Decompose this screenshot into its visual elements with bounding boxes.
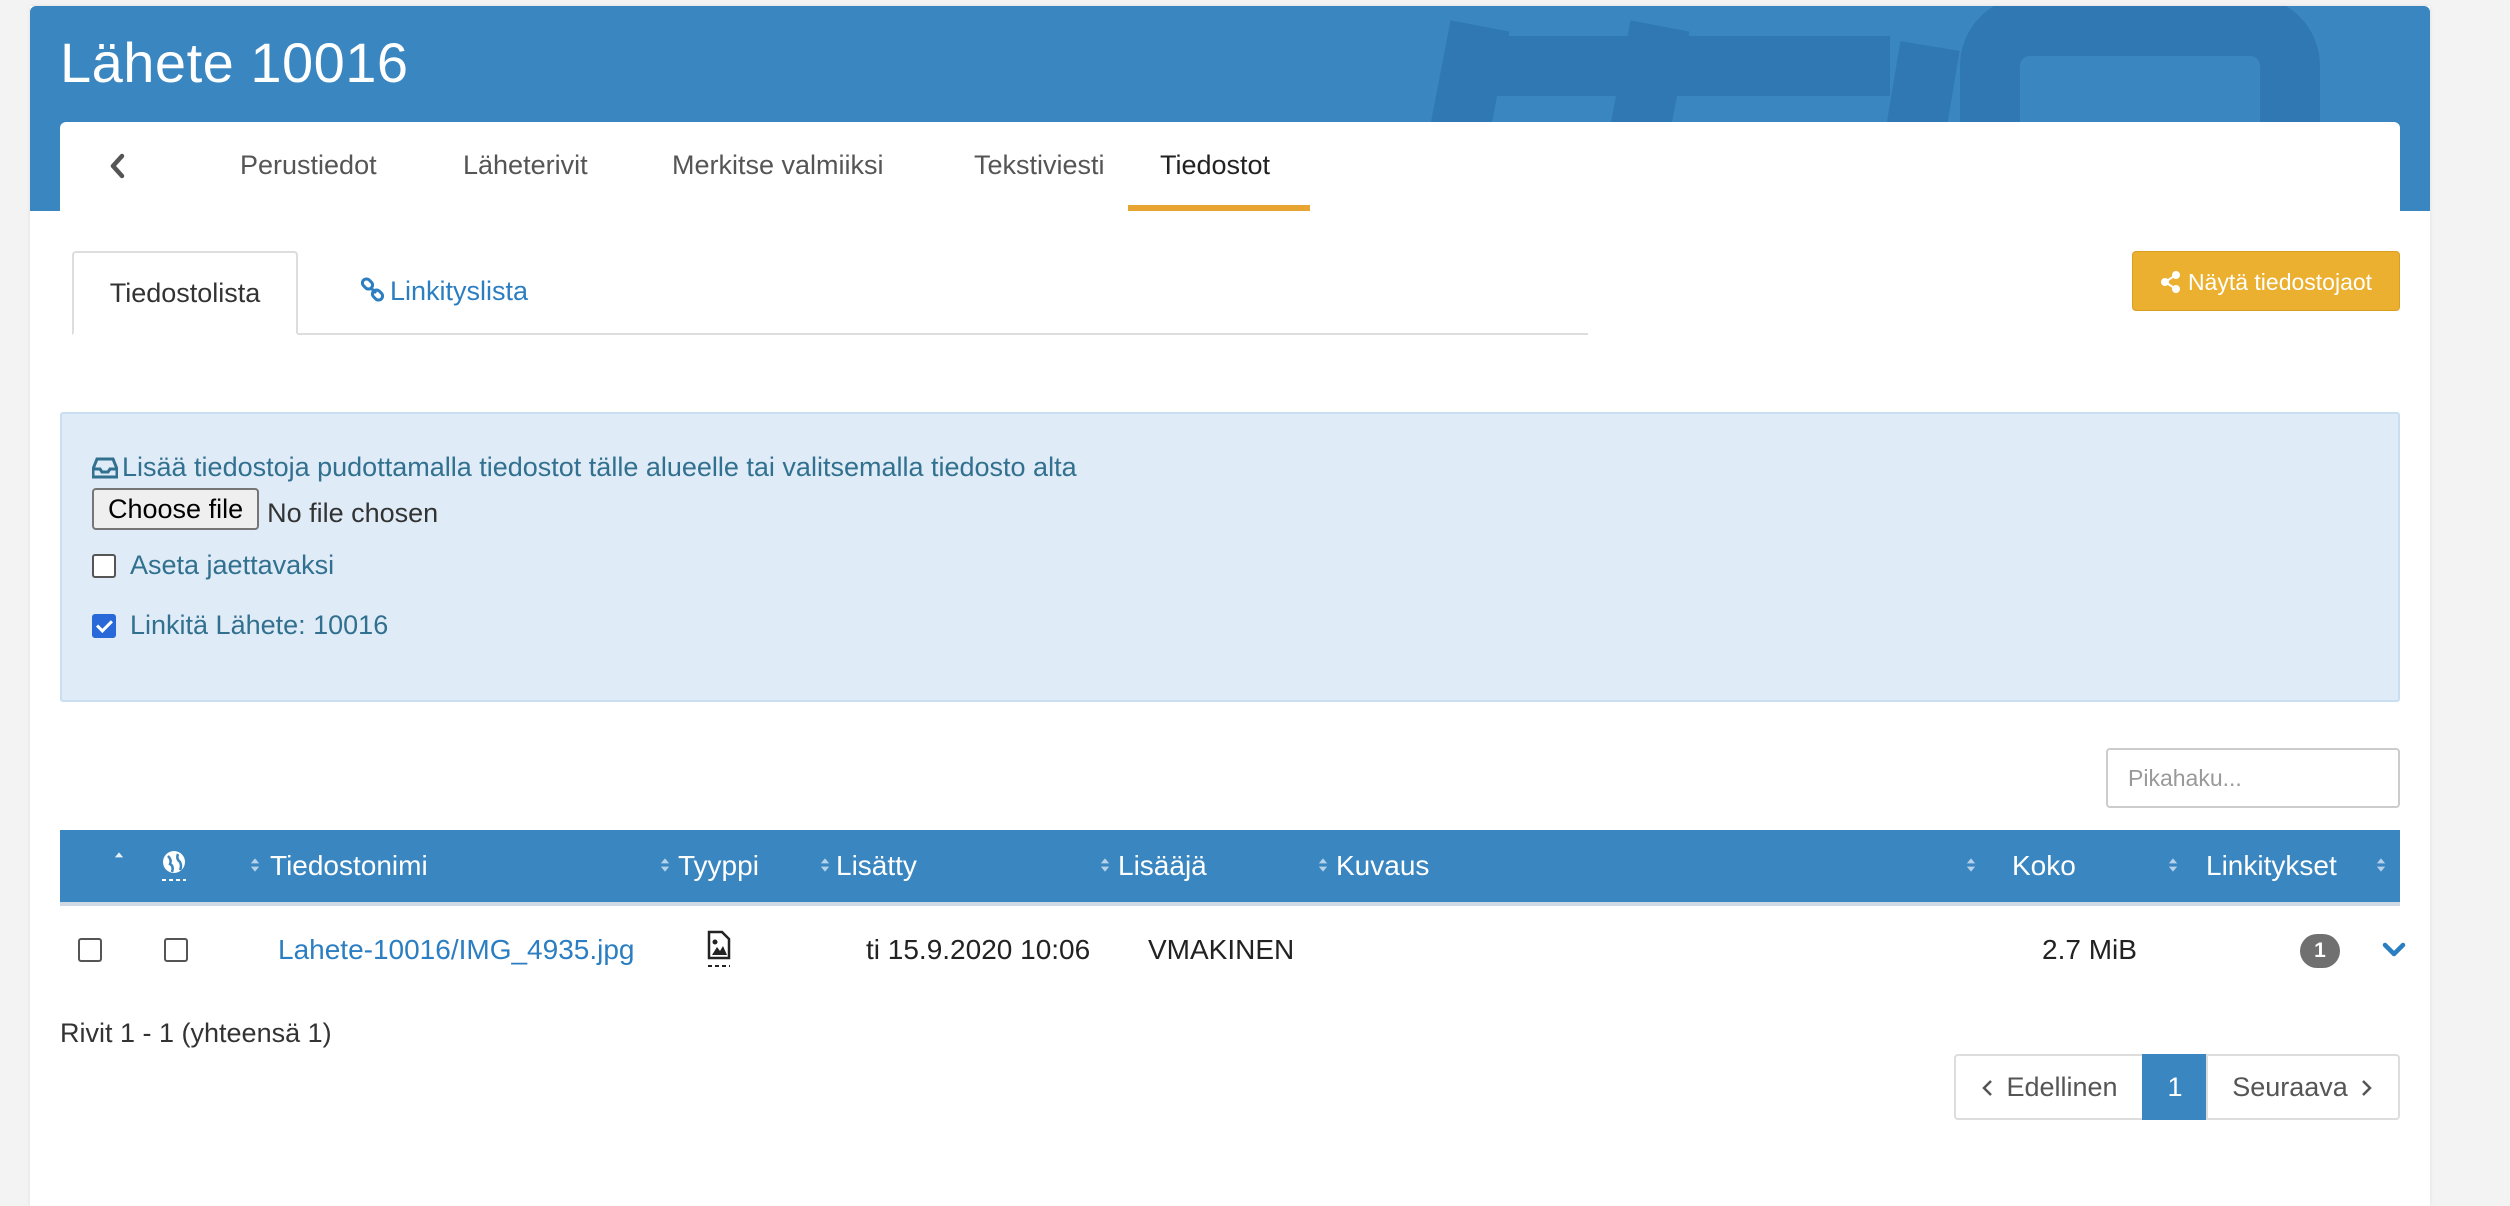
subtab-link-list[interactable]: Linkityslista <box>360 251 528 331</box>
column-filename[interactable]: Tiedostonimi <box>270 830 428 902</box>
link-checkbox-label: Linkitä Lähete: 10016 <box>130 610 389 640</box>
tab-merkitse-valmiiksi[interactable]: Merkitse valmiiksi <box>672 150 884 181</box>
subtab-file-list[interactable]: Tiedostolista <box>72 251 298 335</box>
column-type[interactable]: Tyyppi <box>678 830 759 902</box>
rows-info: Rivit 1 - 1 (yhteensä 1) <box>60 1018 332 1048</box>
added-date: ti 15.9.2020 10:06 <box>866 934 1091 965</box>
column-added[interactable]: Lisätty <box>836 830 917 902</box>
file-name-link[interactable]: Lahete-10016/IMG_4935.jpg <box>278 906 635 994</box>
quick-search-input[interactable] <box>2106 748 2400 808</box>
image-file-icon <box>707 930 731 967</box>
main-tabs: Perustiedot Läheterivit Merkitse valmiik… <box>60 122 2400 214</box>
next-page-button[interactable]: Seuraava <box>2206 1054 2400 1120</box>
current-page-button[interactable]: 1 <box>2142 1054 2208 1120</box>
column-links[interactable]: Linkitykset <box>2206 830 2337 902</box>
table-row: Lahete-10016/IMG_4935.jpg ti 15.9.2020 1… <box>60 906 2406 994</box>
globe-icon[interactable] <box>160 850 188 884</box>
share-option: Aseta jaettavaksi <box>92 550 334 581</box>
sort-icon[interactable] <box>2376 854 2386 876</box>
sort-icon[interactable] <box>660 854 670 876</box>
share-icon <box>2160 271 2180 293</box>
file-subtabs: Tiedostolista Linkityslista <box>72 251 1588 335</box>
chevron-down-icon[interactable] <box>2380 938 2408 962</box>
drop-hint-text: Lisää tiedostoja pudottamalla tiedostot … <box>122 452 1077 482</box>
sort-asc-icon[interactable] <box>114 848 124 870</box>
file-input: Choose file No file chosen <box>92 488 438 530</box>
adder-name: VMAKINEN <box>1148 934 1295 965</box>
tab-tekstiviesti[interactable]: Tekstiviesti <box>974 150 1105 181</box>
tab-tiedostot[interactable]: Tiedostot <box>1160 150 1270 181</box>
back-button[interactable] <box>100 146 140 186</box>
file-size: 2.7 MiB <box>2042 934 2137 965</box>
table-header: Tiedostonimi Tyyppi Lisätty Lisääjä Kuva… <box>60 830 2400 906</box>
link-checkbox[interactable] <box>92 614 116 638</box>
sort-icon[interactable] <box>250 854 260 876</box>
previous-page-button[interactable]: Edellinen <box>1954 1054 2144 1120</box>
share-checkbox-label: Aseta jaettavaksi <box>130 550 335 580</box>
link-icon <box>360 277 385 302</box>
column-size[interactable]: Koko <box>2012 830 2076 902</box>
show-file-shares-button[interactable]: Näytä tiedostojaot <box>2132 251 2400 311</box>
show-file-shares-label: Näytä tiedostojaot <box>2187 269 2373 295</box>
page-title: Lähete 10016 <box>60 31 409 94</box>
tab-laheterivit[interactable]: Läheterivit <box>463 150 588 181</box>
active-tab-indicator <box>1128 205 1310 211</box>
sort-icon[interactable] <box>1966 854 1976 876</box>
previous-page-label: Edellinen <box>2006 1072 2118 1102</box>
column-adder[interactable]: Lisääjä <box>1118 830 1207 902</box>
next-page-label: Seuraava <box>2232 1072 2348 1102</box>
subtab-link-list-label: Linkityslista <box>390 276 529 306</box>
row-select-checkbox[interactable] <box>78 938 102 962</box>
chevron-left-icon <box>110 153 125 179</box>
sort-icon[interactable] <box>1318 854 1328 876</box>
page-container: Lähete 10016 Perustiedot Läheterivit Mer… <box>30 6 2430 1206</box>
chevron-left-icon <box>1982 1080 1993 1096</box>
tab-perustiedot[interactable]: Perustiedot <box>240 150 377 181</box>
sort-icon[interactable] <box>1100 854 1110 876</box>
column-description[interactable]: Kuvaus <box>1336 830 1429 902</box>
drop-hint: Lisää tiedostoja pudottamalla tiedostot … <box>91 452 1077 483</box>
sort-icon[interactable] <box>820 854 830 876</box>
chevron-right-icon <box>2361 1080 2372 1096</box>
link-option: Linkitä Lähete: 10016 <box>92 610 388 641</box>
choose-file-button[interactable]: Choose file <box>92 488 260 530</box>
inbox-icon <box>91 457 119 479</box>
file-status: No file chosen <box>267 498 439 529</box>
file-drop-zone[interactable]: Lisää tiedostoja pudottamalla tiedostot … <box>60 412 2400 702</box>
row-share-checkbox[interactable] <box>164 938 188 962</box>
links-count-badge: 1 <box>2300 934 2340 968</box>
sort-icon[interactable] <box>2168 854 2178 876</box>
share-checkbox[interactable] <box>92 554 116 578</box>
